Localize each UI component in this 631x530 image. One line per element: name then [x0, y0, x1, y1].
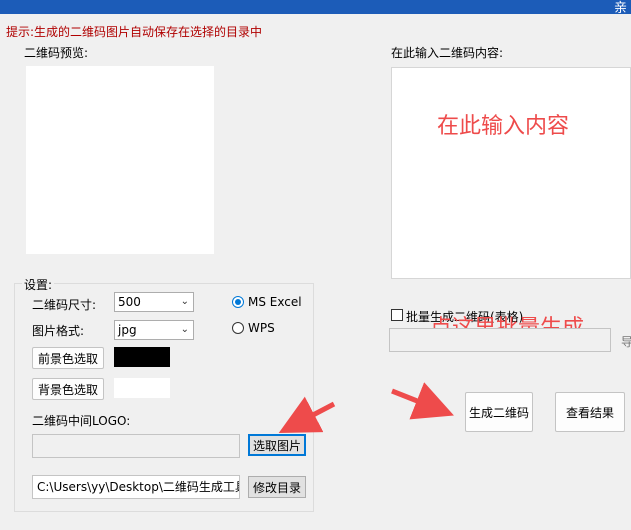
red-arrow-icon: [278, 382, 454, 433]
